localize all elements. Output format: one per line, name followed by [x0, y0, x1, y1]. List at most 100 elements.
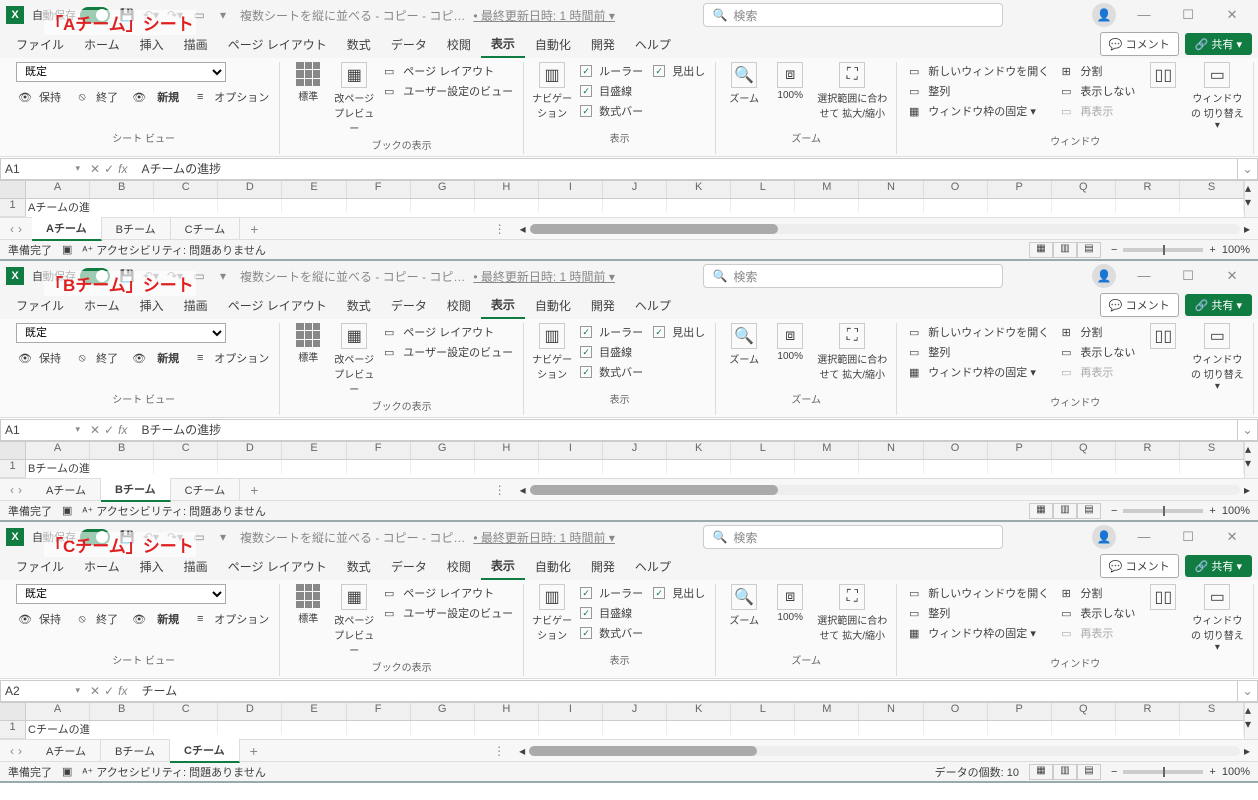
customview-btn[interactable]: ▭ ユーザー設定のビュー	[380, 604, 515, 622]
vscroll[interactable]: ▴▾	[1244, 181, 1258, 217]
hide-btn[interactable]: ▭ 表示しない	[1057, 604, 1137, 622]
zoom-out[interactable]: −	[1111, 244, 1117, 256]
exit-btn[interactable]: ⦸ 終了	[73, 88, 120, 106]
sheet-tab[interactable]: Aチーム	[32, 740, 101, 762]
cell[interactable]	[411, 721, 475, 735]
freeze-btn[interactable]: ▦ ウィンドウ枠の固定 ▾	[905, 102, 1051, 120]
ruler-chk[interactable]: ✓ ルーラー	[578, 584, 645, 602]
tab-insert[interactable]: 挿入	[130, 554, 174, 579]
col-header[interactable]: B	[90, 442, 154, 459]
tab-formula[interactable]: 数式	[337, 32, 381, 57]
arrange-btn[interactable]: ▭ 整列	[905, 604, 1051, 622]
tab-help[interactable]: ヘルプ	[625, 32, 681, 57]
tab-formula[interactable]: 数式	[337, 293, 381, 318]
comment-btn[interactable]: 💬 コメント	[1100, 293, 1179, 317]
sheet-tab[interactable]: Aチーム	[32, 479, 101, 501]
cell[interactable]	[667, 460, 731, 474]
col-header[interactable]: P	[988, 703, 1052, 720]
view-normal-btn[interactable]: ▦	[1029, 242, 1053, 258]
tab-formula[interactable]: 数式	[337, 554, 381, 579]
tab-next[interactable]: ›	[18, 222, 22, 236]
col-header[interactable]: G	[411, 181, 475, 198]
tab-prev[interactable]: ‹	[10, 222, 14, 236]
tab-draw[interactable]: 描画	[174, 293, 218, 318]
cell[interactable]	[539, 721, 603, 735]
tab-menu[interactable]: ⋮	[488, 222, 512, 236]
tab-home[interactable]: ホーム	[74, 32, 130, 57]
vscroll[interactable]: ▴▾	[1244, 703, 1258, 739]
col-header[interactable]: D	[218, 442, 282, 459]
col-header[interactable]: N	[859, 181, 923, 198]
cell[interactable]	[795, 721, 859, 735]
freeze-btn[interactable]: ▦ ウィンドウ枠の固定 ▾	[905, 624, 1051, 642]
arrange-btn[interactable]: ▭ 整列	[905, 343, 1051, 361]
sheet-tab[interactable]: Bチーム	[101, 740, 170, 762]
gridlines-chk[interactable]: ✓ 目盛線	[578, 604, 645, 622]
col-header[interactable]: I	[539, 181, 603, 198]
exit-btn[interactable]: ⦸ 終了	[73, 610, 120, 628]
sheet-tab[interactable]: Cチーム	[171, 218, 241, 240]
cell[interactable]	[282, 721, 346, 735]
tab-menu[interactable]: ⋮	[487, 744, 511, 758]
sheet-tab[interactable]: Cチーム	[171, 479, 241, 501]
hscroll-track[interactable]	[529, 746, 1240, 756]
pagelayout-btn[interactable]: ▭ ページ レイアウト	[380, 62, 515, 80]
sidebyside-btn[interactable]: ▯▯	[1143, 584, 1183, 610]
cancel-icon[interactable]: ✕	[90, 162, 100, 176]
search-box[interactable]: 🔍検索	[703, 3, 1003, 27]
sheetview-select[interactable]: 既定	[16, 62, 226, 82]
user-avatar[interactable]: 👤	[1092, 3, 1116, 27]
col-header[interactable]: F	[347, 181, 411, 198]
zoomfit-btn[interactable]: ⛶選択範囲に合わせて 拡大/縮小	[816, 584, 888, 642]
new-btn[interactable]: 👁 新規	[130, 88, 181, 106]
add-sheet[interactable]: +	[240, 221, 268, 237]
col-header[interactable]: A	[26, 442, 90, 459]
cell[interactable]	[988, 199, 1052, 213]
enter-icon[interactable]: ✓	[104, 684, 114, 698]
sheetview-select[interactable]: 既定	[16, 323, 226, 343]
col-header[interactable]: K	[667, 442, 731, 459]
cell[interactable]	[347, 721, 411, 735]
share-btn[interactable]: 🔗 共有 ▾	[1185, 555, 1252, 577]
vscroll[interactable]: ▴▾	[1244, 442, 1258, 478]
tab-review[interactable]: 校閲	[437, 293, 481, 318]
col-header[interactable]: D	[218, 703, 282, 720]
cell[interactable]	[859, 460, 923, 474]
pagelayout-btn[interactable]: ▭ ページ レイアウト	[380, 323, 515, 341]
cell[interactable]	[1116, 721, 1180, 735]
view-break-btn[interactable]: ▤	[1077, 764, 1101, 780]
zoom100-btn[interactable]: ⧈100%	[770, 323, 810, 362]
minimize-btn[interactable]: —	[1124, 529, 1164, 545]
view-break-btn[interactable]: ▤	[1077, 242, 1101, 258]
row-header[interactable]: 1	[0, 721, 26, 739]
fx-icon[interactable]: fx	[118, 162, 127, 176]
col-header[interactable]: O	[924, 703, 988, 720]
col-header[interactable]: G	[411, 442, 475, 459]
col-header[interactable]: Q	[1052, 181, 1116, 198]
view-normal-btn[interactable]: ▦	[1029, 503, 1053, 519]
formula-input[interactable]: チーム	[133, 680, 1238, 702]
preview-btn[interactable]: ▦改ページ プレビュー	[334, 323, 374, 396]
add-sheet[interactable]: +	[240, 482, 268, 498]
access-status[interactable]: ᴬ⁺ アクセシビリティ: 問題ありません	[82, 503, 265, 519]
cell[interactable]	[603, 460, 667, 474]
select-all[interactable]	[0, 703, 26, 720]
col-header[interactable]: R	[1116, 703, 1180, 720]
col-header[interactable]: Q	[1052, 703, 1116, 720]
access-status[interactable]: ᴬ⁺ アクセシビリティ: 問題ありません	[82, 242, 265, 258]
cell[interactable]	[154, 199, 218, 213]
tab-layout[interactable]: ページ レイアウト	[218, 554, 337, 579]
cell[interactable]	[1116, 199, 1180, 213]
qat-more[interactable]: ▾	[214, 8, 232, 22]
preview-btn[interactable]: ▦改ページ プレビュー	[334, 62, 374, 135]
hscroll-left[interactable]: ◂	[520, 222, 526, 236]
zoom-pct[interactable]: 100%	[1222, 766, 1250, 778]
cell[interactable]	[988, 721, 1052, 735]
select-all[interactable]	[0, 442, 26, 459]
view-layout-btn[interactable]: ▥	[1053, 764, 1077, 780]
col-header[interactable]: H	[475, 442, 539, 459]
col-header[interactable]: F	[347, 703, 411, 720]
tab-help[interactable]: ヘルプ	[625, 293, 681, 318]
formulabar-chk[interactable]: ✓ 数式バー	[578, 102, 645, 120]
zoomfit-btn[interactable]: ⛶選択範囲に合わせて 拡大/縮小	[816, 62, 888, 120]
